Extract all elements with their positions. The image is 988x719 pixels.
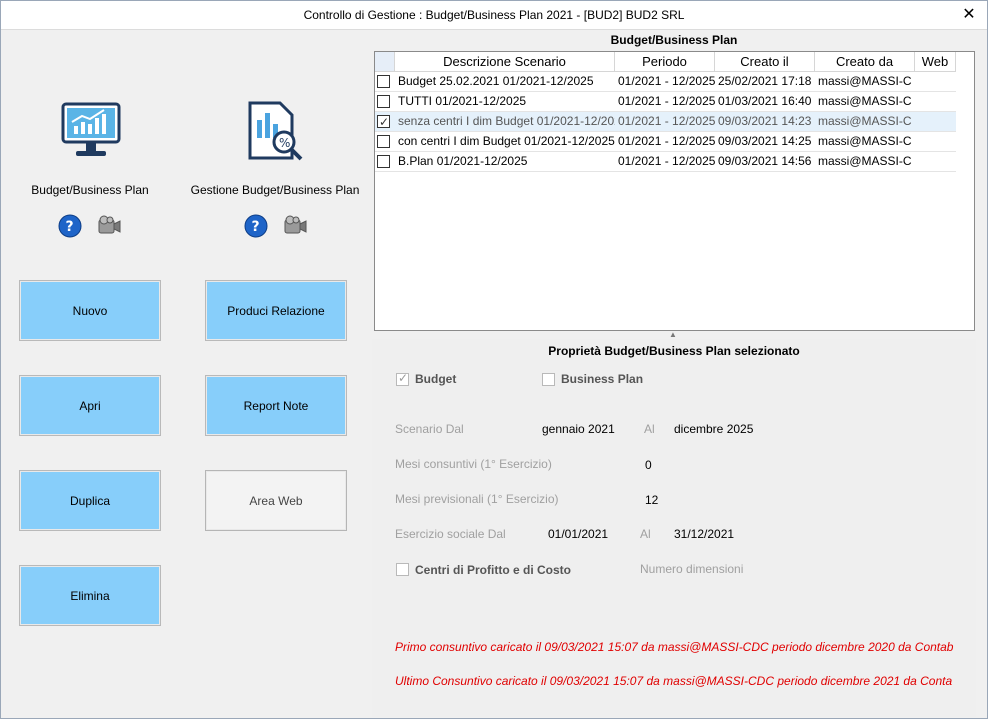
table-row[interactable]: TUTTI 01/2021-12/2025 01/2021 - 12/2025 01… [375, 92, 956, 112]
centri-label: Centri di Profitto e di Costo [415, 563, 571, 577]
mesi-previsionali-value: 12 [645, 493, 659, 507]
scenario-al-label: Al [644, 422, 655, 436]
window-title: Controllo di Gestione : Budget/Business … [303, 8, 685, 22]
primo-consuntivo-message: Primo consuntivo caricato il 09/03/2021 … [395, 640, 954, 654]
numero-dimensioni-label: Numero dimensioni [640, 562, 744, 576]
grid-caption: Budget/Business Plan [610, 33, 738, 47]
column-creato-da[interactable]: Creato da [815, 52, 915, 72]
cell-creato-il: 09/03/2021 14:25 [715, 132, 815, 152]
gestione-budget-tile[interactable]: % Gestione Budget/Business Plan [190, 96, 360, 206]
scenario-dal-value: gennaio 2021 [542, 422, 615, 436]
close-icon[interactable]: ✕ [958, 4, 980, 26]
budget-grid[interactable]: Descrizione Scenario Periodo Creato il C… [374, 51, 975, 331]
report-search-icon: % [248, 101, 303, 161]
cell-periodo: 01/2021 - 12/2025 [615, 92, 715, 112]
esercizio-al-label: Al [640, 527, 651, 541]
report-note-button[interactable]: Report Note [205, 375, 347, 436]
mesi-consuntivi-label: Mesi consuntivi (1° Esercizio) [395, 457, 552, 471]
cell-creato-da: massi@MASSI-C [815, 112, 915, 132]
centri-checkbox[interactable] [396, 563, 409, 576]
row-checkbox-cell[interactable] [375, 72, 395, 92]
budget-business-plan-label: Budget/Business Plan [31, 183, 149, 197]
svg-text:%: % [279, 136, 290, 150]
cell-descrizione: senza centri I dim Budget 01/2021-12/202 [395, 112, 615, 132]
row-checkbox-cell[interactable] [375, 152, 395, 172]
cell-descrizione: TUTTI 01/2021-12/2025 [395, 92, 615, 112]
help-icon[interactable]: ? [58, 214, 82, 238]
produci-relazione-button[interactable]: Produci Relazione [205, 280, 347, 341]
table-row[interactable]: con centri I dim Budget 01/2021-12/2025 0… [375, 132, 956, 152]
row-checkbox[interactable] [377, 113, 390, 131]
table-row[interactable]: senza centri I dim Budget 01/2021-12/202… [375, 112, 956, 132]
splitter-handle[interactable]: ▲ [664, 331, 682, 339]
row-checkbox-cell[interactable] [375, 112, 395, 132]
svg-text:?: ? [252, 219, 260, 235]
cell-creato-da: massi@MASSI-C [815, 92, 915, 112]
svg-text:?: ? [66, 219, 74, 235]
monitor-chart-icon [61, 102, 121, 156]
cell-creato-da: massi@MASSI-C [815, 152, 915, 172]
cell-creato-da: massi@MASSI-C [815, 132, 915, 152]
mesi-consuntivi-value: 0 [645, 458, 652, 472]
cell-creato-il: 01/03/2021 16:40 [715, 92, 815, 112]
video-camera-icon[interactable] [97, 214, 121, 238]
esercizio-dal-label: Esercizio sociale Dal [395, 527, 506, 541]
cell-periodo: 01/2021 - 12/2025 [615, 72, 715, 92]
column-creato-il[interactable]: Creato il [715, 52, 815, 72]
video-camera-icon[interactable] [283, 214, 307, 238]
row-checkbox[interactable] [377, 155, 390, 168]
properties-caption: Proprietà Budget/Business Plan seleziona… [548, 344, 800, 358]
row-checkbox-cell[interactable] [375, 92, 395, 112]
scenario-dal-label: Scenario Dal [395, 422, 464, 436]
cell-web [915, 132, 956, 152]
cell-creato-da: massi@MASSI-C [815, 72, 915, 92]
ultimo-consuntivo-message: Ultimo Consuntivo caricato il 09/03/2021… [395, 674, 953, 688]
cell-creato-il: 25/02/2021 17:18 [715, 72, 815, 92]
cell-creato-il: 09/03/2021 14:23 [715, 112, 815, 132]
row-checkbox[interactable] [377, 135, 390, 148]
cell-web [915, 72, 956, 92]
gestione-budget-label: Gestione Budget/Business Plan [190, 183, 360, 197]
column-web[interactable]: Web [915, 52, 956, 72]
business-plan-label: Business Plan [561, 372, 644, 386]
area-web-button[interactable]: Area Web [205, 470, 347, 531]
column-periodo[interactable]: Periodo [615, 52, 715, 72]
title-bar: Controllo di Gestione : Budget/Business … [0, 0, 988, 30]
table-row[interactable]: Budget 25.02.2021 01/2021-12/2025 01/2021… [375, 72, 956, 92]
cell-periodo: 01/2021 - 12/2025 [615, 152, 715, 172]
cell-creato-il: 09/03/2021 14:56 [715, 152, 815, 172]
scenario-al-value: dicembre 2025 [674, 422, 754, 436]
mesi-previsionali-label: Mesi previsionali (1° Esercizio) [395, 492, 559, 506]
table-row[interactable]: B.Plan 01/2021-12/2025 01/2021 - 12/2025 0… [375, 152, 956, 172]
cell-descrizione: con centri I dim Budget 01/2021-12/2025 [395, 132, 615, 152]
cell-periodo: 01/2021 - 12/2025 [615, 132, 715, 152]
help-icon[interactable]: ? [244, 214, 268, 238]
cell-web [915, 152, 956, 172]
cell-descrizione: B.Plan 01/2021-12/2025 [395, 152, 615, 172]
budget-checkbox[interactable] [396, 371, 409, 386]
business-plan-checkbox[interactable] [542, 373, 555, 386]
row-checkbox[interactable] [377, 75, 390, 88]
grid-header: Descrizione Scenario Periodo Creato il C… [375, 52, 974, 72]
cell-descrizione: Budget 25.02.2021 01/2021-12/2025 [395, 72, 615, 92]
cell-web [915, 92, 956, 112]
esercizio-dal-value: 01/01/2021 [548, 527, 609, 541]
duplica-button[interactable]: Duplica [19, 470, 161, 531]
budget-label: Budget [415, 372, 457, 386]
cell-web [915, 112, 956, 132]
nuovo-button[interactable]: Nuovo [19, 280, 161, 341]
row-checkbox[interactable] [377, 95, 390, 108]
grid-header-select[interactable] [375, 52, 395, 72]
apri-button[interactable]: Apri [19, 375, 161, 436]
budget-business-plan-tile[interactable]: Budget/Business Plan [20, 96, 160, 206]
elimina-button[interactable]: Elimina [19, 565, 161, 626]
column-descrizione[interactable]: Descrizione Scenario [395, 52, 615, 72]
cell-periodo: 01/2021 - 12/2025 [615, 112, 715, 132]
row-checkbox-cell[interactable] [375, 132, 395, 152]
esercizio-al-value: 31/12/2021 [674, 527, 735, 541]
